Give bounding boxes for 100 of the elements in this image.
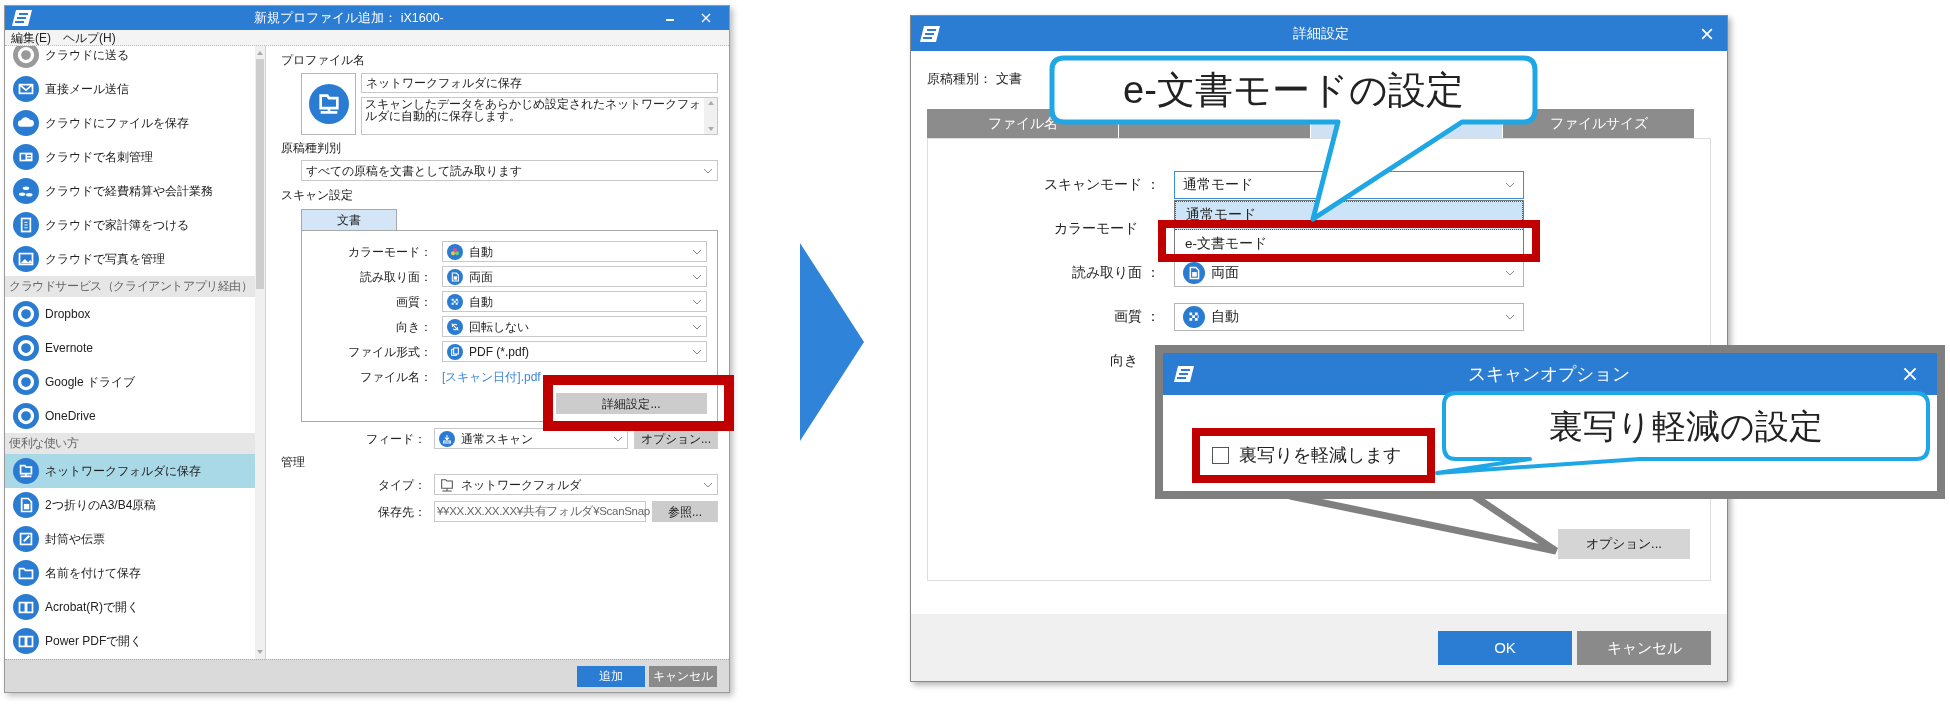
- sidebar-item[interactable]: OneDrive: [5, 399, 255, 433]
- document-icon: [1183, 262, 1205, 284]
- sidebar-item[interactable]: クラウドで経費精算や会計業務: [5, 174, 255, 208]
- checkbox-label[interactable]: 裏写りを軽減します: [1239, 445, 1401, 466]
- chevron-icon: [1505, 314, 1515, 320]
- document-icon: [13, 492, 39, 518]
- confirm-button[interactable]: 追加: [577, 665, 645, 687]
- chevron-icon: [613, 435, 623, 442]
- chevron-icon: [692, 273, 702, 280]
- chevron-icon: [692, 323, 702, 330]
- profile-name-field[interactable]: ネットワークフォルダに保存: [361, 73, 718, 93]
- receipt-icon: [13, 212, 39, 238]
- field-label: ファイル名：: [359, 368, 432, 386]
- sidebar-item[interactable]: クラウドで名刺管理: [5, 140, 255, 174]
- sidebar-item[interactable]: 名前を付けて保存: [5, 556, 255, 590]
- dropdown[interactable]: 回転しない: [442, 316, 707, 337]
- field-label: フィード：: [365, 430, 426, 448]
- dropdown[interactable]: 自動: [442, 291, 707, 312]
- coins-icon: [13, 178, 39, 204]
- book-icon: [13, 594, 39, 620]
- chevron-icon: [692, 248, 702, 255]
- field-label: カラーモード: [1053, 219, 1139, 238]
- callout-text: e-文書モードの設定: [1123, 71, 1464, 109]
- field-label: カラーモード：: [347, 243, 432, 261]
- sidebar-item[interactable]: Evernote: [5, 331, 255, 365]
- field-label: スキャンモード ：: [1043, 175, 1160, 194]
- field-label: 読み取り面：: [359, 268, 432, 286]
- options-button[interactable]: オプション...: [1558, 529, 1690, 559]
- dropdown[interactable]: 通常スキャン: [434, 428, 628, 449]
- dropdown[interactable]: ネットワークフォルダ: [434, 474, 718, 495]
- sidebar-item[interactable]: Google ドライブ: [5, 365, 255, 399]
- window-title: 詳細設定: [1292, 24, 1350, 43]
- logo-icon: [919, 24, 941, 43]
- confirm-button[interactable]: OK: [1438, 631, 1572, 665]
- files-icon: [447, 343, 463, 360]
- mail-icon: [13, 76, 39, 102]
- scrollbar-thumb[interactable]: [256, 59, 264, 289]
- network-folder-icon: [439, 476, 455, 493]
- checker-icon: [447, 293, 463, 310]
- chevron-icon: [703, 167, 713, 174]
- sidebar-item[interactable]: Power PDFで開く: [5, 624, 255, 658]
- card-icon: [13, 144, 39, 170]
- menu-item[interactable]: ヘルプ(H): [63, 31, 116, 44]
- close-icon[interactable]: [1903, 367, 1917, 381]
- document-type-text: 原稿種別： 文書: [927, 71, 1023, 87]
- dropdown[interactable]: 自動: [1174, 303, 1524, 331]
- sidebar-item[interactable]: 2つ折りのA3/B4原稿: [5, 488, 255, 522]
- file-name-link[interactable]: [スキャン日付].pdf: [442, 367, 541, 386]
- network-folder-icon: [308, 84, 349, 124]
- logo-icon: [1173, 365, 1195, 383]
- section-label: 管理: [281, 454, 306, 471]
- sidebar-item[interactable]: クラウドに送る: [5, 46, 255, 72]
- checker-icon: [1183, 306, 1205, 328]
- image-icon: [13, 246, 39, 272]
- crossed-arrows-icon: [447, 318, 463, 335]
- folder-icon: [13, 560, 39, 586]
- sidebar-item[interactable]: 直接メール送信: [5, 72, 255, 106]
- section-header: 便利な使い方: [5, 433, 255, 454]
- field-label: 読み取り面 ：: [1071, 263, 1160, 282]
- ring-icon: [13, 403, 39, 429]
- sidebar-item[interactable]: Acrobat(R)で開く: [5, 590, 255, 624]
- checkbox[interactable]: [1212, 447, 1229, 464]
- ring-icon: [13, 335, 39, 361]
- section-header: クラウドサービス（クライアントアプリ経由）: [5, 276, 255, 297]
- close-icon[interactable]: [1701, 27, 1713, 40]
- sidebar-item[interactable]: Dropbox: [5, 297, 255, 331]
- sidebar-item[interactable]: クラウドで写真を管理: [5, 242, 255, 276]
- detail-settings-button[interactable]: 詳細設定...: [556, 393, 707, 414]
- field-label: タイプ：: [377, 476, 426, 494]
- chevron-icon: [1505, 270, 1515, 276]
- chevron-icon: [692, 298, 702, 305]
- field-label: ファイル形式：: [347, 343, 432, 361]
- cloud-icon: [13, 110, 39, 136]
- color-dots-icon: [447, 243, 463, 260]
- form-icon: [13, 526, 39, 552]
- field-label: 画質：: [395, 293, 432, 311]
- tab[interactable]: 文書: [301, 209, 397, 230]
- sidebar-item[interactable]: 封筒や伝票: [5, 522, 255, 556]
- close-icon[interactable]: [701, 13, 711, 23]
- window-title: スキャンオプション: [1467, 362, 1631, 386]
- dropdown[interactable]: 両面: [442, 266, 707, 287]
- field-label: 画質 ：: [1113, 307, 1160, 326]
- profile-icon-frame[interactable]: [301, 73, 356, 135]
- dropdown[interactable]: すべての原稿を文書として読み取ります: [301, 160, 718, 181]
- sidebar-item[interactable]: ネットワークフォルダに保存: [5, 454, 255, 488]
- sidebar-item[interactable]: クラウドにファイルを保存: [5, 106, 255, 140]
- section-label: プロファイル名: [281, 52, 366, 69]
- field-label: 向き: [1109, 351, 1139, 370]
- book-icon: [13, 628, 39, 654]
- browse-button[interactable]: 参照...: [652, 501, 718, 522]
- dropdown[interactable]: 自動: [442, 241, 707, 262]
- menu-item[interactable]: 編集(E): [11, 31, 51, 44]
- sidebar-item[interactable]: クラウドで家計簿をつける: [5, 208, 255, 242]
- logo-icon: [11, 9, 33, 27]
- chevron-icon: [692, 348, 702, 355]
- network-folder-icon: [13, 458, 39, 484]
- chevron-icon: [703, 481, 713, 488]
- ring-icon: [13, 301, 39, 327]
- feed-icon: [439, 430, 455, 447]
- dropdown[interactable]: PDF (*.pdf): [442, 341, 707, 362]
